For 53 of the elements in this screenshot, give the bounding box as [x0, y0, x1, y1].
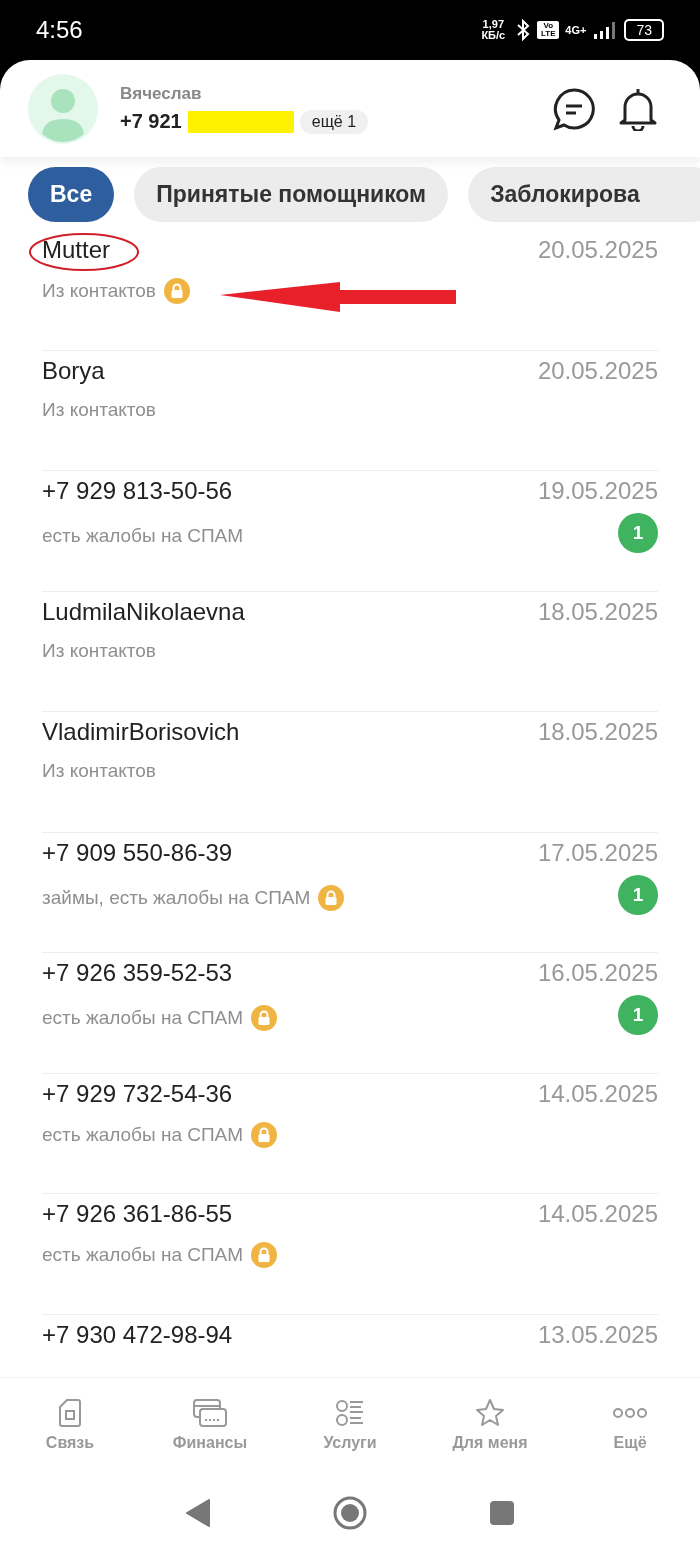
network-speed: 1,97 КБ/с — [480, 19, 507, 41]
caller-note: займы, есть жалобы на СПАМ — [42, 886, 311, 909]
caller-name[interactable]: +7 930 472-98-94 — [42, 1320, 233, 1349]
star-icon — [475, 1398, 505, 1428]
call-date: 13.05.2025 — [537, 1320, 658, 1349]
cards-icon — [193, 1398, 227, 1428]
user-name: Вячеслав — [120, 83, 203, 104]
more-numbers-button[interactable]: ещё 1 — [299, 109, 369, 134]
count-badge: 1 — [618, 513, 658, 553]
caller-note: Из контактов — [42, 639, 156, 662]
caller-note: есть жалобы на СПАМ — [42, 525, 244, 547]
back-icon[interactable] — [185, 1498, 211, 1528]
call-date: 18.05.2025 — [537, 597, 658, 626]
bluetooth-icon — [515, 19, 532, 41]
status-time: 4:56 — [36, 16, 83, 44]
count-badge: 1 — [618, 995, 658, 1035]
caller-note: есть жалобы на СПАМ — [42, 1007, 244, 1029]
phone-number: +7 921 — [120, 110, 182, 133]
call-date: 14.05.2025 — [537, 1200, 658, 1228]
call-date: 20.05.2025 — [537, 356, 658, 385]
caller-note: есть жалобы на СПАМ — [42, 1244, 244, 1266]
avatar-icon — [28, 73, 98, 144]
services-list-icon — [335, 1398, 365, 1428]
caller-name[interactable]: LudmilaNikolaevna — [42, 597, 245, 626]
recents-icon[interactable] — [489, 1500, 515, 1526]
filter-tab[interactable]: Заблокирова — [468, 167, 700, 222]
call-date: 19.05.2025 — [537, 477, 658, 505]
bell-icon[interactable] — [618, 86, 658, 131]
network-type: 4G+ — [565, 24, 587, 36]
filter-tab[interactable]: Принятые помощником — [134, 167, 449, 222]
filter-tab[interactable]: Все — [28, 167, 115, 222]
chat-icon[interactable] — [552, 86, 596, 131]
call-date: 17.05.2025 — [537, 838, 658, 867]
caller-name[interactable]: +7 926 361-86-55 — [42, 1200, 233, 1228]
caller-note: Из контактов — [42, 760, 156, 782]
sim-card-icon — [58, 1398, 82, 1428]
caller-name[interactable]: +7 909 550-86-39 — [42, 838, 233, 867]
battery-indicator: 73 — [624, 19, 664, 41]
call-date: 18.05.2025 — [537, 718, 658, 746]
caller-note: есть жалобы на СПАМ — [42, 1123, 244, 1146]
call-date: 14.05.2025 — [537, 1079, 658, 1108]
caller-note: Из контактов — [42, 280, 156, 302]
volte-indicator: Vo LTE — [537, 21, 560, 39]
caller-note: Из контактов — [42, 398, 156, 421]
home-icon[interactable] — [333, 1496, 367, 1530]
call-date: 16.05.2025 — [537, 959, 658, 987]
caller-name[interactable]: +7 929 732-54-36 — [42, 1079, 233, 1108]
caller-name[interactable]: VladimirBorisovich — [42, 718, 240, 746]
caller-name[interactable]: +7 929 813-50-56 — [42, 477, 233, 505]
caller-name[interactable]: Borya — [42, 356, 105, 385]
count-badge: 1 — [618, 874, 658, 915]
call-date: 20.05.2025 — [537, 236, 658, 264]
caller-name[interactable]: +7 926 359-52-53 — [42, 959, 233, 987]
